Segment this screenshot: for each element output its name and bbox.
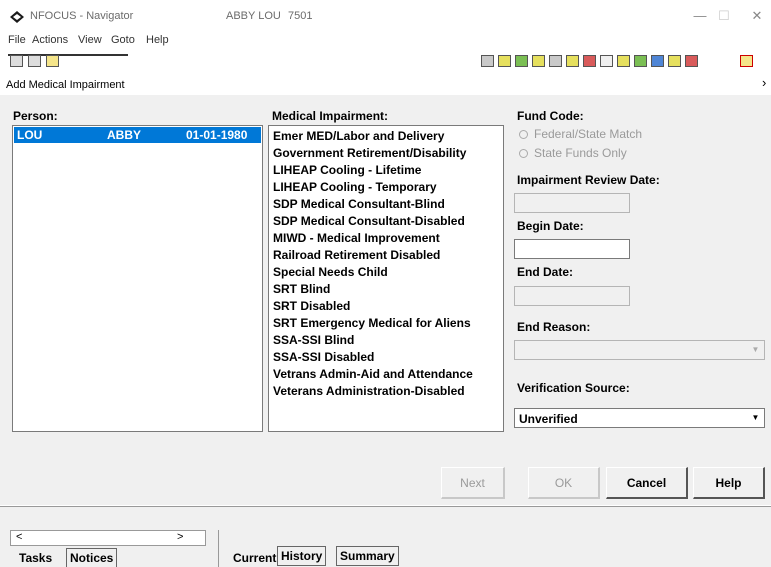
toolbar-button-back-icon[interactable] [10,55,23,67]
impairment-list[interactable]: Emer MED/Labor and Delivery Government R… [268,125,504,432]
window-person-name: ABBY LOU [226,10,281,22]
toolbar-button-1-icon[interactable] [481,55,494,67]
impairment-item[interactable]: SRT Blind [273,282,330,296]
ok-button[interactable]: OK [528,467,600,499]
person-list[interactable]: LOU ABBY 01-01-1980 [12,125,263,432]
person-row[interactable]: LOU ABBY 01-01-1980 [14,127,261,143]
toolbar-button-2-icon[interactable] [498,55,511,67]
next-button[interactable]: Next [441,467,505,499]
impairment-item[interactable]: Railroad Retirement Disabled [273,248,440,262]
menu-file[interactable]: File [8,34,26,46]
fund-state-only-radio[interactable] [519,149,528,158]
toolbar-button-5-icon[interactable] [549,55,562,67]
dialog-title: Add Medical Impairment [6,79,125,91]
impairment-item[interactable]: MIWD - Medical Improvement [273,231,440,245]
dialog-close-icon[interactable]: › [762,75,766,90]
close-window-button[interactable]: ✕ [745,6,769,26]
horizontal-scrollbar[interactable]: < > [10,530,206,546]
end-reason-select[interactable]: ▼ [514,340,765,360]
person-last-name: LOU [17,128,43,142]
maximize-button[interactable]: ☐ [712,6,736,26]
impairment-item[interactable]: Government Retirement/Disability [273,146,466,160]
toolbar-chart-icon[interactable] [685,55,698,67]
menu-goto[interactable]: Goto [111,34,135,46]
pane-divider [218,530,219,567]
verification-source-dropdown-arrow-icon[interactable]: ▼ [748,410,763,426]
verification-source-value: Unverified [519,412,578,426]
tab-current[interactable]: Current [230,549,279,567]
impairment-item[interactable]: LIHEAP Cooling - Temporary [273,180,437,194]
person-label: Person: [13,109,58,123]
impairment-item[interactable]: Vetrans Admin-Aid and Attendance [273,367,473,381]
impairment-item[interactable]: SSA-SSI Blind [273,333,354,347]
begin-date-label: Begin Date: [517,219,584,233]
end-date-label: End Date: [517,265,574,279]
fund-code-label: Fund Code: [517,109,584,123]
toolbar-divider [8,54,128,56]
fund-federal-state-label: Federal/State Match [534,127,643,141]
toolbar-button-3-icon[interactable] [515,55,528,67]
cancel-button[interactable]: Cancel [606,467,688,499]
impairment-item[interactable]: SRT Disabled [273,299,350,313]
scroll-left-arrow-icon[interactable]: < [16,531,22,543]
impairment-review-date-field[interactable] [514,193,630,213]
toolbar-button-10-icon[interactable] [634,55,647,67]
tab-summary[interactable]: Summary [336,546,399,566]
minimize-button[interactable]: — [688,6,712,26]
app-logo-icon [10,11,24,23]
menu-actions[interactable]: Actions [32,34,68,46]
end-date-field[interactable] [514,286,630,306]
fund-state-only-label: State Funds Only [534,146,627,160]
tab-notices[interactable]: Notices [66,548,118,567]
impairment-item[interactable]: Veterans Administration-Disabled [273,384,465,398]
status-bar [0,506,771,528]
toolbar-button-9-icon[interactable] [617,55,630,67]
impairment-item[interactable]: LIHEAP Cooling - Lifetime [273,163,421,177]
menu-help[interactable]: Help [146,34,169,46]
menu-view[interactable]: View [78,34,102,46]
impairment-item[interactable]: SDP Medical Consultant-Disabled [273,214,465,228]
help-button[interactable]: Help [693,467,765,499]
end-reason-label: End Reason: [517,320,591,334]
toolbar-button-folder-icon[interactable] [46,55,59,67]
toolbar-button-forward-icon[interactable] [28,55,41,67]
window-case-number: 7501 [288,10,313,22]
impairment-item[interactable]: SDP Medical Consultant-Blind [273,197,445,211]
person-dob: 01-01-1980 [186,128,248,142]
toolbar-button-8-icon[interactable] [600,55,613,67]
fund-federal-state-radio[interactable] [519,130,528,139]
app-title: NFOCUS - Navigator [30,10,134,22]
impairment-item[interactable]: SRT Emergency Medical for Aliens [273,316,471,330]
toolbar-button-12-icon[interactable] [668,55,681,67]
tab-history[interactable]: History [277,546,327,566]
toolbar-button-7-icon[interactable] [583,55,596,67]
impairment-item[interactable]: Special Needs Child [273,265,388,279]
verification-source-select[interactable]: Unverified ▼ [514,408,765,428]
medical-impairment-label: Medical Impairment: [272,109,389,123]
scroll-right-arrow-icon[interactable]: > [177,531,183,543]
begin-date-field[interactable] [514,239,630,259]
toolbar-button-11-icon[interactable] [651,55,664,67]
toolbar-button-4-icon[interactable] [532,55,545,67]
toolbar-exit-icon[interactable] [740,55,753,67]
end-reason-dropdown-arrow-icon[interactable]: ▼ [748,342,763,358]
toolbar-button-6-icon[interactable] [566,55,579,67]
impairment-item[interactable]: SSA-SSI Disabled [273,350,374,364]
impairment-review-date-label: Impairment Review Date: [517,173,660,187]
impairment-item[interactable]: Emer MED/Labor and Delivery [273,129,444,143]
person-first-name: ABBY [107,128,142,142]
verification-source-label: Verification Source: [517,381,630,395]
tab-tasks[interactable]: Tasks [16,549,55,567]
